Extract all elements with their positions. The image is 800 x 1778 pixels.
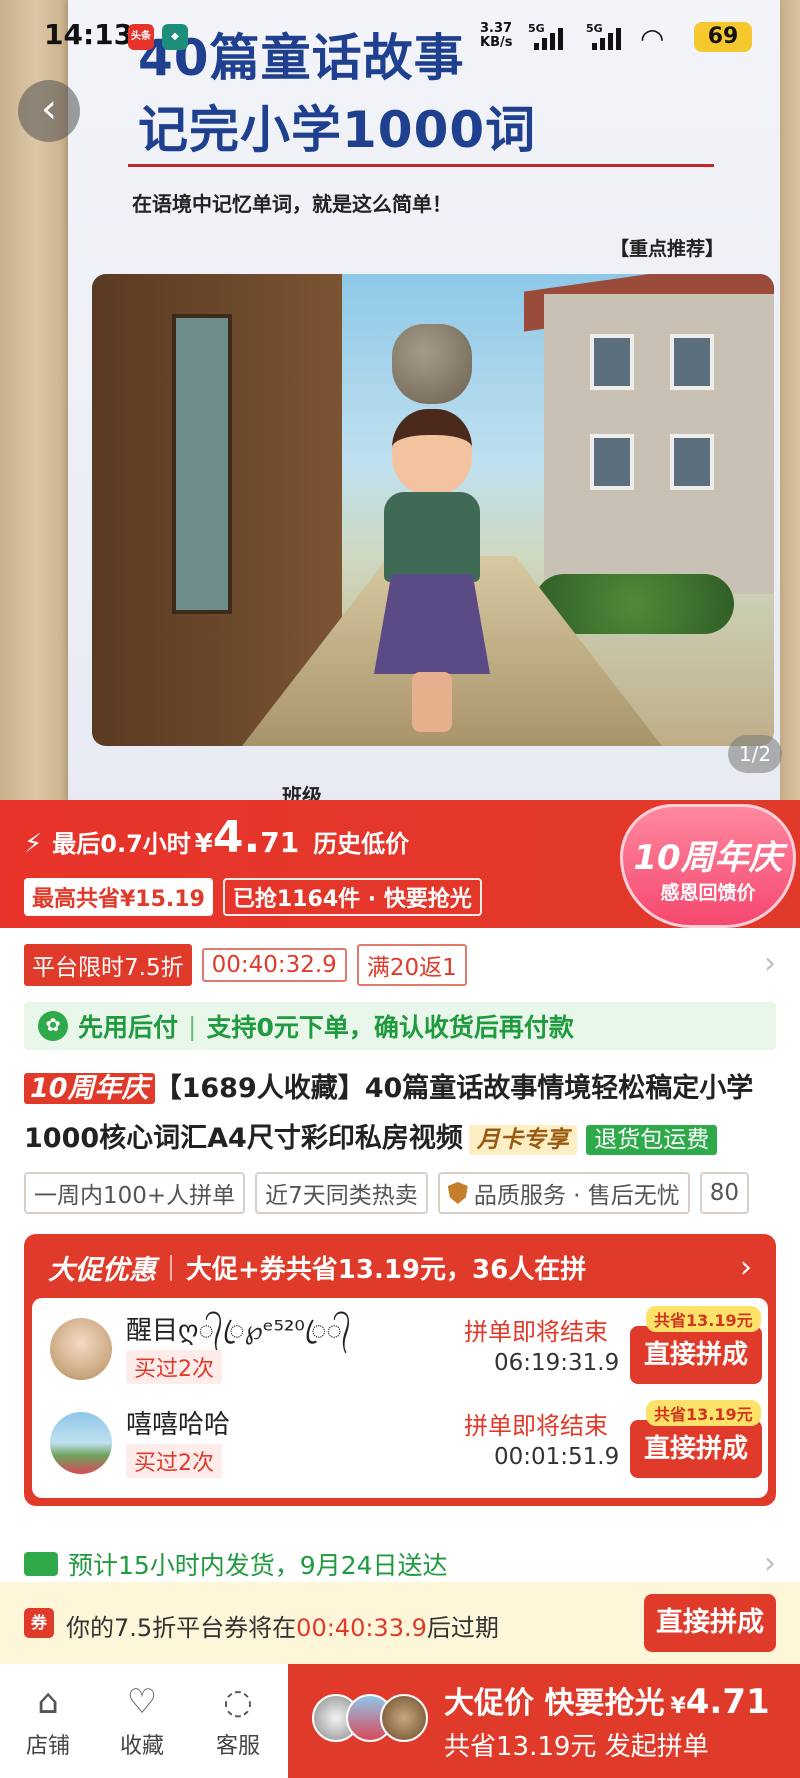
shipping-text: 预计15小时内发货，9月24日送达 bbox=[68, 1551, 448, 1580]
coupon-icon: 券 bbox=[24, 1608, 54, 1638]
book-footer-text: 班级 bbox=[282, 784, 322, 800]
background-wood-right bbox=[778, 0, 800, 800]
row-countdown: 06:19:31.9 bbox=[494, 1350, 620, 1376]
leaf-icon: ✿ bbox=[38, 1011, 68, 1041]
free-return-tag: 退货包运费 bbox=[586, 1125, 718, 1155]
promo-logo: 大促优惠 bbox=[48, 1255, 156, 1286]
platform-discount-tag: 平台限时7.5折 bbox=[24, 944, 192, 986]
back-button[interactable]: ‹ bbox=[18, 80, 80, 142]
signal-bars-2-icon bbox=[592, 28, 621, 50]
feature-tags: 一周内100+人拼单 近7天同类热卖 品质服务 · 售后无忧 80 bbox=[24, 1172, 750, 1214]
coupon-join-button[interactable]: 直接拼成 bbox=[644, 1594, 776, 1652]
heart-outline-icon: ♡ bbox=[126, 1682, 158, 1722]
chevron-right-icon[interactable]: › bbox=[764, 1546, 776, 1581]
row-countdown: 00:01:51.9 bbox=[494, 1444, 620, 1470]
user-name: 嘻嘻哈哈 bbox=[126, 1410, 231, 1440]
discount-timer: 00:40:32.9 bbox=[201, 948, 347, 982]
buy-saving-label: 共省13.19元 发起拼单 bbox=[444, 1732, 709, 1762]
book-subtitle: 在语境中记忆单词，就是这么简单！ bbox=[132, 192, 452, 216]
bottom-action-bar: ⌂ 店铺 ♡ 收藏 ◌ 客服 大促价 快要抢光 ¥4.71 共省13.19元 发起… bbox=[0, 1664, 800, 1778]
anniversary-badge: 10周年庆 感恩回馈价 bbox=[620, 800, 796, 928]
join-group-button[interactable]: 直接拼成 bbox=[630, 1326, 762, 1384]
countdown-text: 最后0.7小时 bbox=[52, 830, 191, 858]
feature-tag: 一周内100+人拼单 bbox=[24, 1172, 246, 1214]
chat-bubble-icon: ◌ bbox=[223, 1682, 253, 1722]
signal-bars-1-icon bbox=[534, 28, 563, 50]
group-buy-list: 醒目ღ᭄ꦿ℘ᵉ⁵²⁰ꦿ᭄ 买过2次 拼单即将结束 06:19:31.9 直接拼成… bbox=[32, 1298, 768, 1498]
feature-tag: 近7天同类热卖 bbox=[255, 1172, 428, 1214]
ending-label: 拼单即将结束 bbox=[464, 1412, 608, 1440]
join-group-button[interactable]: 直接拼成 bbox=[630, 1420, 762, 1478]
start-group-buy-button[interactable]: 大促价 快要抢光 ¥4.71 共省13.19元 发起拼单 bbox=[288, 1664, 800, 1778]
product-title: 10周年庆 【1689人收藏】40篇童话故事情境轻松稿定小学1000核心词汇A4尺… bbox=[24, 1064, 776, 1165]
chevron-right-icon[interactable]: › bbox=[764, 946, 776, 981]
truck-icon bbox=[24, 1552, 58, 1576]
lightning-icon: ⚡ bbox=[24, 829, 43, 859]
book-divider bbox=[128, 164, 714, 167]
gallery-page-indicator: 1/2 bbox=[728, 735, 782, 773]
price-integer: 4. bbox=[212, 812, 261, 863]
toutiao-app-icon: 头条 bbox=[128, 24, 154, 50]
group-buy-desc: 大促+券共省13.19元，36人在拼 bbox=[186, 1255, 587, 1285]
store-icon: ⌂ bbox=[37, 1682, 59, 1722]
status-time: 14:13 bbox=[44, 18, 134, 51]
max-saving-badge: 最高共省¥15.19 bbox=[24, 878, 213, 916]
pay-later-separator: | bbox=[188, 1011, 197, 1041]
price-decimal: 71 bbox=[260, 826, 300, 859]
chevron-right-icon[interactable]: › bbox=[740, 1250, 752, 1285]
wifi-icon: ◠ bbox=[640, 22, 665, 55]
battery-indicator: 69 bbox=[694, 22, 752, 52]
buy-label: 大促价 快要抢光 ¥4.71 bbox=[444, 1682, 770, 1722]
book-tag: 【重点推荐】 bbox=[610, 238, 725, 260]
chevron-left-icon: ‹ bbox=[41, 86, 57, 132]
feature-tag-quality: 品质服务 · 售后无忧 bbox=[437, 1172, 690, 1214]
group-buy-row: 醒目ღ᭄ꦿ℘ᵉ⁵²⁰ꦿ᭄ 买过2次 拼单即将结束 06:19:31.9 直接拼成… bbox=[32, 1304, 768, 1394]
shield-icon bbox=[447, 1182, 468, 1204]
rebate-tag: 满20返1 bbox=[356, 944, 467, 986]
group-buy-header[interactable]: 大促优惠 大促+券共省13.19元，36人在拼 bbox=[48, 1248, 586, 1287]
pay-later-text: 支持0元下单，确认收货后再付款 bbox=[206, 1013, 574, 1042]
currency-symbol: ¥ bbox=[194, 829, 213, 859]
bought-badge: 买过2次 bbox=[126, 1444, 222, 1478]
lowest-price-label: 历史低价 bbox=[313, 830, 410, 858]
month-card-tag: 月卡专享 bbox=[468, 1125, 577, 1155]
favorite-button[interactable]: ♡ 收藏 bbox=[102, 1682, 182, 1760]
group-buy-row: 嘻嘻哈哈 买过2次 拼单即将结束 00:01:51.9 直接拼成 共省13.19… bbox=[32, 1398, 768, 1488]
anniversary-tag: 10周年庆 bbox=[24, 1073, 155, 1104]
saving-badge: 共省13.19元 bbox=[646, 1400, 761, 1426]
saving-badge: 共省13.19元 bbox=[646, 1306, 761, 1332]
store-button[interactable]: ⌂ 店铺 bbox=[8, 1682, 88, 1760]
pay-later-banner[interactable]: ✿ 先用后付 | 支持0元下单，确认收货后再付款 bbox=[24, 1002, 776, 1050]
book-illustration bbox=[92, 274, 774, 746]
avatar bbox=[380, 1694, 428, 1742]
avatar bbox=[50, 1318, 112, 1380]
customer-service-button[interactable]: ◌ 客服 bbox=[198, 1682, 278, 1760]
feature-tag: 80 bbox=[699, 1172, 750, 1214]
avatar bbox=[50, 1412, 112, 1474]
coupon-text: 你的7.5折平台券将在00:40:33.9后过期 bbox=[66, 1614, 499, 1642]
product-gallery[interactable]: 40篇童话故事 记完小学1000词 在语境中记忆单词，就是这么简单！ 【重点推荐… bbox=[0, 0, 800, 800]
shipping-row[interactable]: 预计15小时内发货，9月24日送达 bbox=[24, 1546, 448, 1582]
platform-discount-row[interactable]: 平台限时7.5折 00:40:32.9 满20返1 bbox=[24, 944, 467, 986]
sold-count-badge: 已抢1164件 · 快要抢光 bbox=[222, 878, 482, 916]
bought-badge: 买过2次 bbox=[126, 1350, 222, 1384]
ending-label: 拼单即将结束 bbox=[464, 1318, 608, 1346]
network-speed: 3.37 KB/s bbox=[480, 21, 513, 50]
status-bar: 14:13 头条 ◆ 3.37 KB/s 5G 5G ◠ 69 bbox=[0, 0, 800, 74]
coupon-timer: 00:40:33.9 bbox=[296, 1614, 427, 1642]
pay-later-label: 先用后付 bbox=[78, 1013, 179, 1042]
app-notification-icon: ◆ bbox=[162, 24, 188, 50]
coupon-expiry-bar: 券 你的7.5折平台券将在00:40:33.9后过期 直接拼成 bbox=[0, 1582, 800, 1664]
group-buy-card: 大促优惠 大促+券共省13.19元，36人在拼 › 醒目ღ᭄ꦿ℘ᵉ⁵²⁰ꦿ᭄ 买… bbox=[24, 1234, 776, 1506]
